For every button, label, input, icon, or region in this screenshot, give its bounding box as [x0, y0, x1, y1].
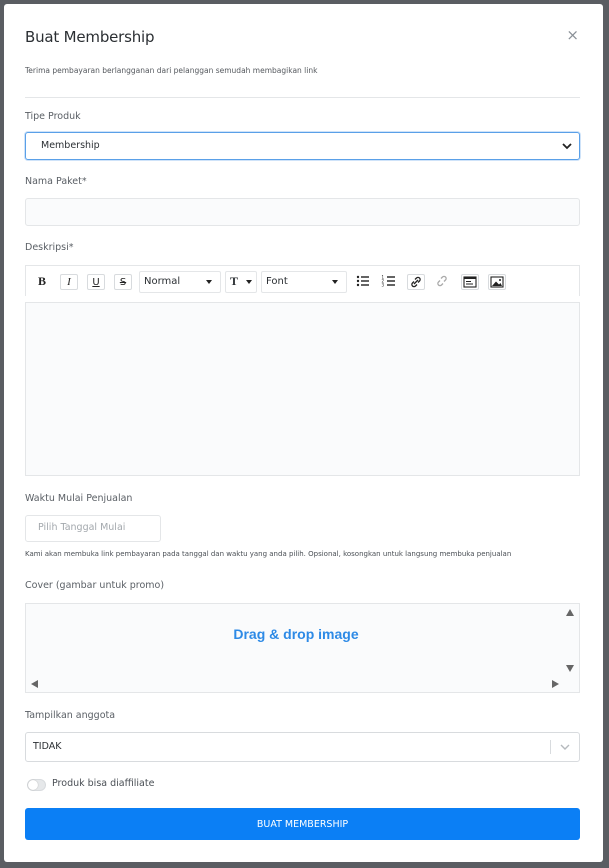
- caret-down-icon: [206, 280, 212, 284]
- show-members-label: Tampilkan anggota: [25, 710, 116, 721]
- sale-start-date-input[interactable]: Pilih Tanggal Mulai: [25, 515, 161, 542]
- caret-down-icon: [332, 280, 338, 284]
- link-icon[interactable]: [407, 274, 425, 290]
- modal-title: Buat Membership: [25, 28, 155, 46]
- modal-subtitle: Terima pembayaran berlangganan dari pela…: [25, 66, 318, 75]
- description-label: Deskripsi*: [25, 242, 74, 253]
- strikethrough-button[interactable]: S: [114, 274, 132, 290]
- create-membership-button[interactable]: BUAT MEMBERSHIP: [25, 808, 580, 840]
- description-editor[interactable]: [25, 302, 580, 476]
- create-membership-modal: Buat Membership × Terima pembayaran berl…: [4, 4, 603, 862]
- toggle-knob: [28, 780, 38, 790]
- scroll-up-icon[interactable]: [566, 609, 574, 616]
- affiliate-toggle[interactable]: [27, 779, 46, 791]
- package-name-input[interactable]: [25, 198, 580, 226]
- unordered-list-icon[interactable]: [355, 274, 371, 288]
- product-type-label: Tipe Produk: [25, 111, 81, 122]
- heading-dropdown[interactable]: Normal: [139, 271, 221, 293]
- italic-button[interactable]: I: [60, 274, 78, 290]
- close-icon[interactable]: ×: [566, 26, 579, 44]
- scroll-left-icon[interactable]: [31, 680, 38, 688]
- embed-icon[interactable]: [461, 274, 479, 290]
- scroll-right-icon[interactable]: [552, 680, 559, 688]
- affiliate-label: Produk bisa diaffiliate: [52, 778, 155, 789]
- unlink-icon[interactable]: [434, 274, 450, 288]
- editor-toolbar: B I U S Normal T Font 123: [25, 265, 580, 296]
- product-type-value: Membership: [41, 140, 100, 151]
- caret-down-icon: [246, 280, 252, 284]
- image-icon[interactable]: [488, 274, 506, 290]
- chevron-down-icon: [562, 143, 572, 150]
- font-size-dropdown[interactable]: T: [225, 271, 257, 293]
- heading-value: Normal: [144, 276, 181, 287]
- font-value: Font: [266, 276, 288, 287]
- underline-button[interactable]: U: [87, 274, 105, 290]
- product-type-select[interactable]: Membership: [25, 132, 580, 160]
- svg-text:3: 3: [382, 283, 385, 288]
- cover-dropzone[interactable]: Drag & drop image: [25, 603, 580, 693]
- text-size-icon: T: [230, 274, 239, 288]
- drop-text: Drag & drop image: [233, 626, 359, 642]
- scroll-down-icon[interactable]: [566, 665, 574, 672]
- chevron-down-icon: [560, 744, 570, 750]
- font-dropdown[interactable]: Font: [261, 271, 347, 293]
- cover-label: Cover (gambar untuk promo): [25, 580, 165, 591]
- ordered-list-icon[interactable]: 123: [381, 274, 397, 288]
- show-members-value: TIDAK: [33, 741, 62, 752]
- bold-button[interactable]: B: [34, 274, 50, 288]
- sale-start-hint: Kami akan membuka link pembayaran pada t…: [25, 550, 512, 558]
- package-name-label: Nama Paket*: [25, 176, 87, 187]
- divider: [25, 97, 580, 98]
- show-members-select[interactable]: TIDAK: [25, 732, 580, 762]
- sale-start-label: Waktu Mulai Penjualan: [25, 493, 133, 504]
- sale-start-placeholder: Pilih Tanggal Mulai: [38, 522, 126, 533]
- select-separator: [550, 740, 551, 754]
